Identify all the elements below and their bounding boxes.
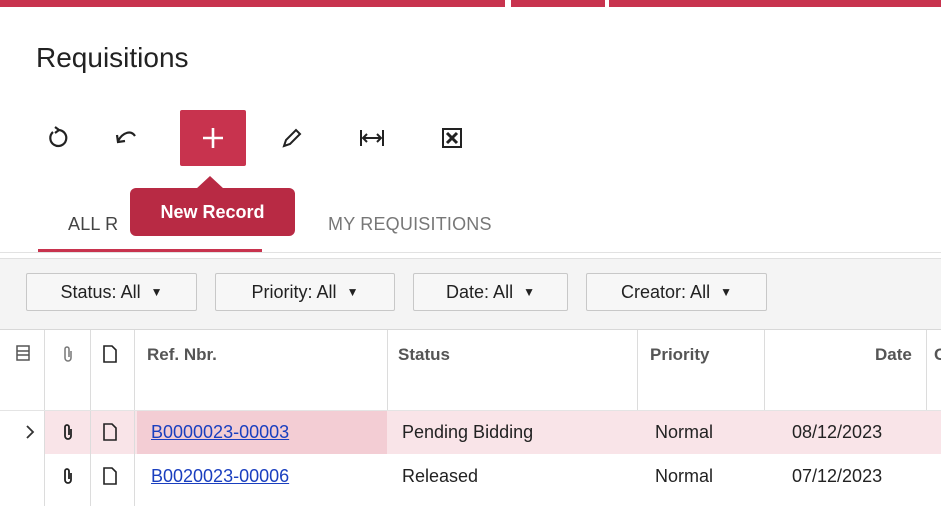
- filter-status-label: Status: All: [60, 281, 141, 302]
- filter-creator-label: Creator: All: [621, 281, 711, 302]
- ref-nbr-link[interactable]: B0020023-00006: [151, 454, 289, 498]
- grid-divider: [387, 330, 388, 410]
- undo-icon: [115, 131, 136, 144]
- status-cell: Pending Bidding: [402, 421, 534, 442]
- filter-date-label: Date: All: [446, 281, 514, 302]
- ref-nbr-link[interactable]: B0000023-00003: [151, 410, 289, 454]
- fit-columns-icon: [360, 130, 384, 146]
- table-header-row: Ref. Nbr. Status Priority Date C: [0, 330, 941, 410]
- table-row[interactable]: B0020023-00006 Released Normal 07/12/202…: [0, 454, 941, 498]
- priority-cell: Normal: [655, 465, 714, 486]
- new-record-tooltip: New Record: [130, 176, 295, 236]
- column-header-priority[interactable]: Priority: [650, 330, 710, 410]
- tab-all-requisitions[interactable]: ALL R: [68, 196, 118, 252]
- grid-divider: [926, 330, 927, 410]
- grid-divider: [44, 330, 45, 506]
- pencil-icon: [282, 128, 302, 148]
- column-header-ref-nbr[interactable]: Ref. Nbr.: [147, 330, 217, 410]
- grid-divider: [764, 330, 765, 410]
- plus-icon: [203, 128, 223, 148]
- chevron-down-icon: ▼: [150, 285, 163, 299]
- filter-priority[interactable]: Priority: All ▼: [215, 273, 395, 311]
- column-header-status[interactable]: Status: [398, 330, 450, 410]
- table-row[interactable]: B0000023-00003 Pending Bidding Normal 08…: [0, 410, 941, 454]
- top-accent-bar: [0, 0, 941, 11]
- undo-button[interactable]: [96, 110, 156, 166]
- chevron-down-icon: ▼: [720, 285, 732, 299]
- export-excel-button[interactable]: [422, 110, 482, 166]
- page-title: Requisitions: [36, 42, 189, 73]
- grid-divider: [90, 330, 91, 506]
- column-chooser-icon[interactable]: [14, 330, 32, 410]
- tabs-divider: [0, 252, 941, 253]
- filter-status[interactable]: Status: All ▼: [26, 273, 197, 311]
- excel-icon: [442, 128, 462, 148]
- refresh-icon: [49, 126, 68, 148]
- edit-button[interactable]: [262, 110, 322, 166]
- date-cell: 08/12/2023: [792, 421, 883, 442]
- attachment-header-icon: [58, 330, 78, 410]
- tab-my-requisitions[interactable]: MY REQUISITIONS: [328, 196, 492, 252]
- note-icon[interactable]: [100, 454, 120, 498]
- chevron-right-icon[interactable]: [22, 410, 38, 454]
- grid-divider: [637, 330, 638, 410]
- date-cell: 07/12/2023: [792, 465, 883, 486]
- note-icon[interactable]: [100, 410, 120, 454]
- filter-creator[interactable]: Creator: All ▼: [586, 273, 767, 311]
- note-header-icon: [100, 330, 120, 410]
- filter-priority-label: Priority: All: [251, 281, 337, 302]
- column-header-date[interactable]: Date: [875, 330, 912, 410]
- column-header-partial[interactable]: C: [934, 330, 941, 410]
- add-new-record-button[interactable]: [180, 110, 246, 166]
- chevron-down-icon: ▼: [346, 285, 359, 299]
- status-cell: Released: [402, 465, 479, 486]
- attachment-icon[interactable]: [58, 410, 78, 454]
- priority-cell: Normal: [655, 421, 714, 442]
- attachment-icon[interactable]: [58, 454, 78, 498]
- grid-divider: [134, 330, 135, 506]
- refresh-button[interactable]: [28, 110, 88, 166]
- requisitions-table: Ref. Nbr. Status Priority Date C B000002…: [0, 329, 941, 506]
- fit-columns-button[interactable]: [342, 110, 402, 166]
- chevron-down-icon: ▼: [523, 285, 535, 299]
- filter-date[interactable]: Date: All ▼: [413, 273, 568, 311]
